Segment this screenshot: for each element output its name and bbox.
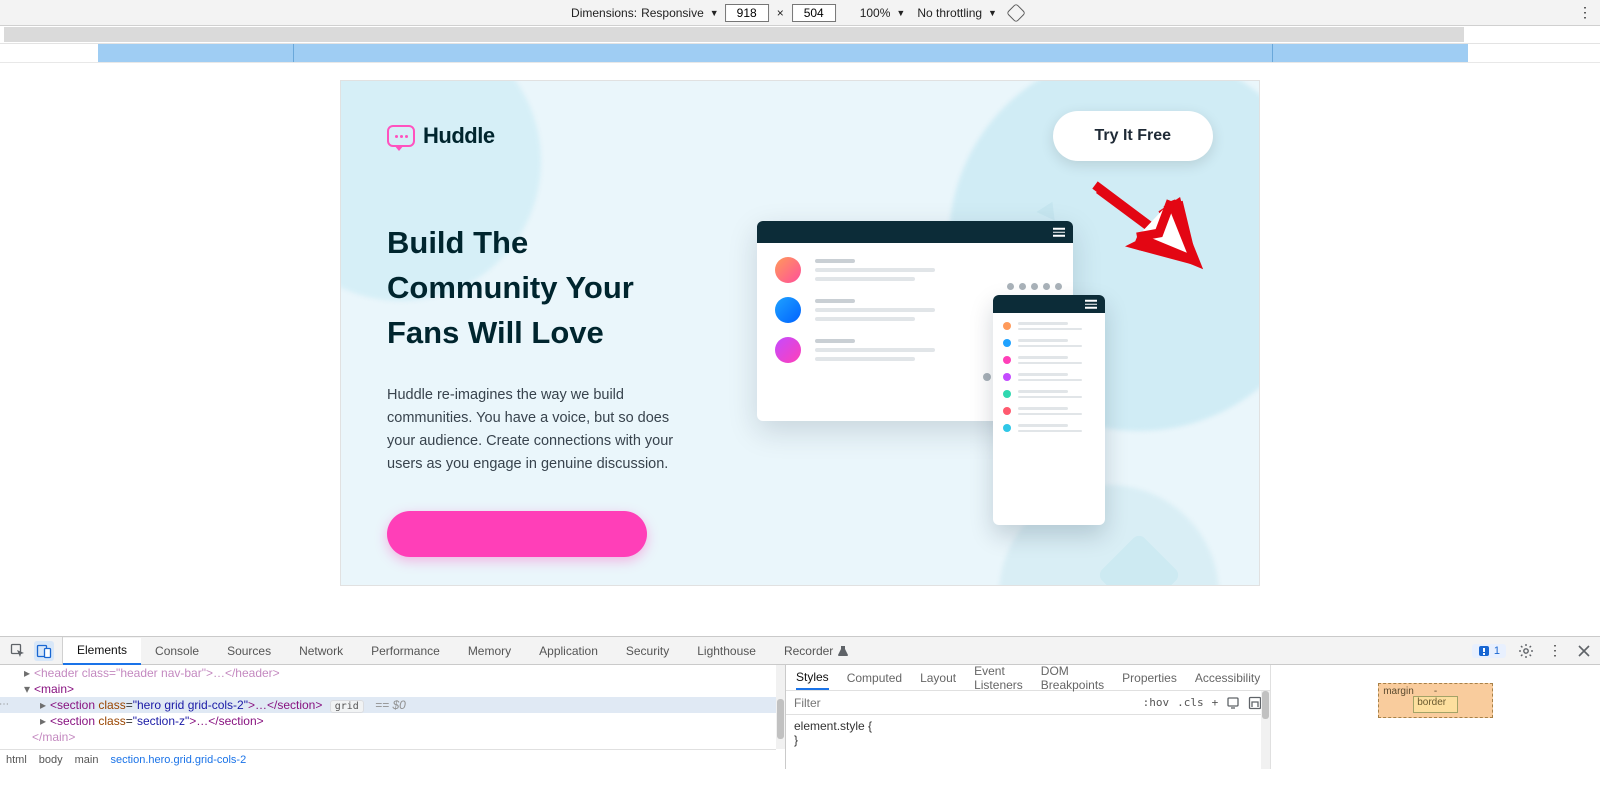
throttling-value: No throttling (917, 6, 982, 20)
tab-lighthouse[interactable]: Lighthouse (683, 637, 770, 664)
box-model[interactable]: margin - border (1271, 665, 1600, 769)
crumb[interactable]: main (75, 754, 99, 766)
issues-icon (1478, 645, 1490, 657)
hero-section: Build The Community Your Fans Will Love … (341, 161, 1259, 557)
devtools-tabbar: Elements Console Sources Network Perform… (0, 637, 1600, 665)
tab-performance[interactable]: Performance (357, 637, 454, 664)
new-rule-button[interactable]: + (1212, 696, 1219, 709)
dom-line[interactable]: ▸<section class="section-z">…</section> (0, 713, 776, 729)
page-header: Huddle Try It Free (341, 81, 1259, 161)
throttling-select[interactable]: No throttling ▼ (917, 6, 997, 20)
zoom-value: 100% (860, 6, 891, 20)
dom-line[interactable]: ▾<main> (0, 681, 776, 697)
box-model-border-label: border (1417, 697, 1446, 708)
viewport-width-input[interactable] (725, 4, 769, 22)
elements-tree[interactable]: ▸<header class="header nav-bar">…</heade… (0, 665, 785, 769)
tab-memory[interactable]: Memory (454, 637, 525, 664)
devtools-panel: Elements Console Sources Network Perform… (0, 636, 1600, 769)
scrollbar[interactable] (1261, 691, 1270, 769)
styles-tab-computed[interactable]: Computed (847, 671, 902, 685)
device-select[interactable]: Dimensions: Responsive ▼ (571, 6, 719, 20)
inspect-element-icon[interactable] (8, 641, 28, 661)
brand-name: Huddle (423, 123, 495, 149)
tab-elements[interactable]: Elements (63, 638, 141, 665)
mockup-mobile (993, 295, 1105, 525)
responsive-ruler[interactable] (0, 26, 1600, 44)
hero-illustration (727, 221, 1213, 541)
issues-count: 1 (1494, 645, 1500, 657)
issues-chip[interactable]: 1 (1472, 644, 1506, 658)
decor-dot (983, 373, 991, 381)
dimensions-label: Dimensions: (571, 6, 637, 20)
rendered-page[interactable]: Huddle Try It Free Build The Community Y… (341, 81, 1259, 585)
preview-flask-icon (837, 645, 849, 657)
styles-tab-properties[interactable]: Properties (1122, 671, 1177, 685)
tab-recorder-label: Recorder (784, 644, 833, 658)
tab-network[interactable]: Network (285, 637, 357, 664)
styles-panel: Styles Computed Layout Event Listeners D… (785, 665, 1600, 769)
tab-recorder[interactable]: Recorder (770, 637, 863, 664)
styles-tab-accessibility[interactable]: Accessibility (1195, 671, 1260, 685)
hov-toggle[interactable]: :hov (1143, 696, 1170, 709)
cls-toggle[interactable]: .cls (1177, 696, 1204, 709)
device-css-icon[interactable] (1226, 696, 1240, 710)
get-started-button[interactable] (387, 511, 647, 557)
dom-line-selected[interactable]: ⋯ ▸<section class="hero grid grid-cols-2… (0, 697, 776, 713)
hamburger-icon (1053, 228, 1065, 237)
elements-breadcrumb: html body main section.hero.grid.grid-co… (0, 749, 776, 769)
styles-tab-eventlisteners[interactable]: Event Listeners (974, 664, 1023, 692)
dropdown-caret-icon: ▼ (710, 8, 719, 18)
viewport-height-input[interactable] (792, 4, 836, 22)
crumb[interactable]: html (6, 754, 27, 766)
device-name: Responsive (641, 6, 704, 20)
device-toolbar: Dimensions: Responsive ▼ × 100% ▼ No thr… (0, 0, 1600, 26)
toggle-device-toolbar-icon[interactable] (34, 641, 54, 661)
crumb[interactable]: body (39, 754, 63, 766)
dimension-separator: × (777, 6, 784, 20)
dom-line[interactable]: ▸<header class="header nav-bar">…</heade… (0, 665, 776, 681)
decor-dots (1007, 283, 1062, 290)
hero-body: Huddle re-imagines the way we build comm… (387, 384, 687, 477)
styles-tab-layout[interactable]: Layout (920, 671, 956, 685)
element-highlight-overlay (0, 44, 1600, 62)
dropdown-caret-icon: ▼ (896, 8, 905, 18)
dropdown-caret-icon: ▼ (988, 8, 997, 18)
annotation-arrow-icon (1079, 171, 1219, 281)
scrollbar[interactable] (776, 665, 785, 749)
speech-bubble-icon (387, 125, 415, 147)
hamburger-icon (1085, 300, 1097, 309)
selected-indicator: == $0 (375, 698, 406, 712)
hero-title: Build The Community Your Fans Will Love (387, 221, 707, 356)
viewport-area: Huddle Try It Free Build The Community Y… (0, 62, 1600, 636)
settings-gear-icon[interactable] (1516, 641, 1536, 661)
styles-filter-input[interactable] (786, 696, 1135, 710)
try-free-button[interactable]: Try It Free (1053, 111, 1213, 161)
styles-tab-styles[interactable]: Styles (796, 670, 829, 690)
tab-security[interactable]: Security (612, 637, 683, 664)
devtools-more-icon[interactable]: ⋮ (1546, 642, 1564, 659)
more-options-icon[interactable]: ⋮ (1576, 4, 1594, 21)
styles-tabs: Styles Computed Layout Event Listeners D… (786, 665, 1270, 691)
tab-application[interactable]: Application (525, 637, 612, 664)
render-css-icon[interactable] (1248, 696, 1262, 710)
grid-badge[interactable]: grid (330, 700, 364, 713)
tab-console[interactable]: Console (141, 637, 213, 664)
rotate-icon[interactable] (1006, 3, 1026, 23)
box-model-margin-label: margin (1383, 686, 1414, 697)
crumb-active[interactable]: section.hero.grid.grid-cols-2 (110, 754, 246, 766)
zoom-select[interactable]: 100% ▼ (860, 6, 906, 20)
dom-line[interactable]: </main> (0, 729, 776, 745)
brand-logo[interactable]: Huddle (387, 123, 495, 149)
style-rule[interactable]: element.style { } (786, 715, 1270, 751)
close-devtools-icon[interactable] (1574, 641, 1594, 661)
styles-tab-dombp[interactable]: DOM Breakpoints (1041, 664, 1104, 692)
tab-sources[interactable]: Sources (213, 637, 285, 664)
